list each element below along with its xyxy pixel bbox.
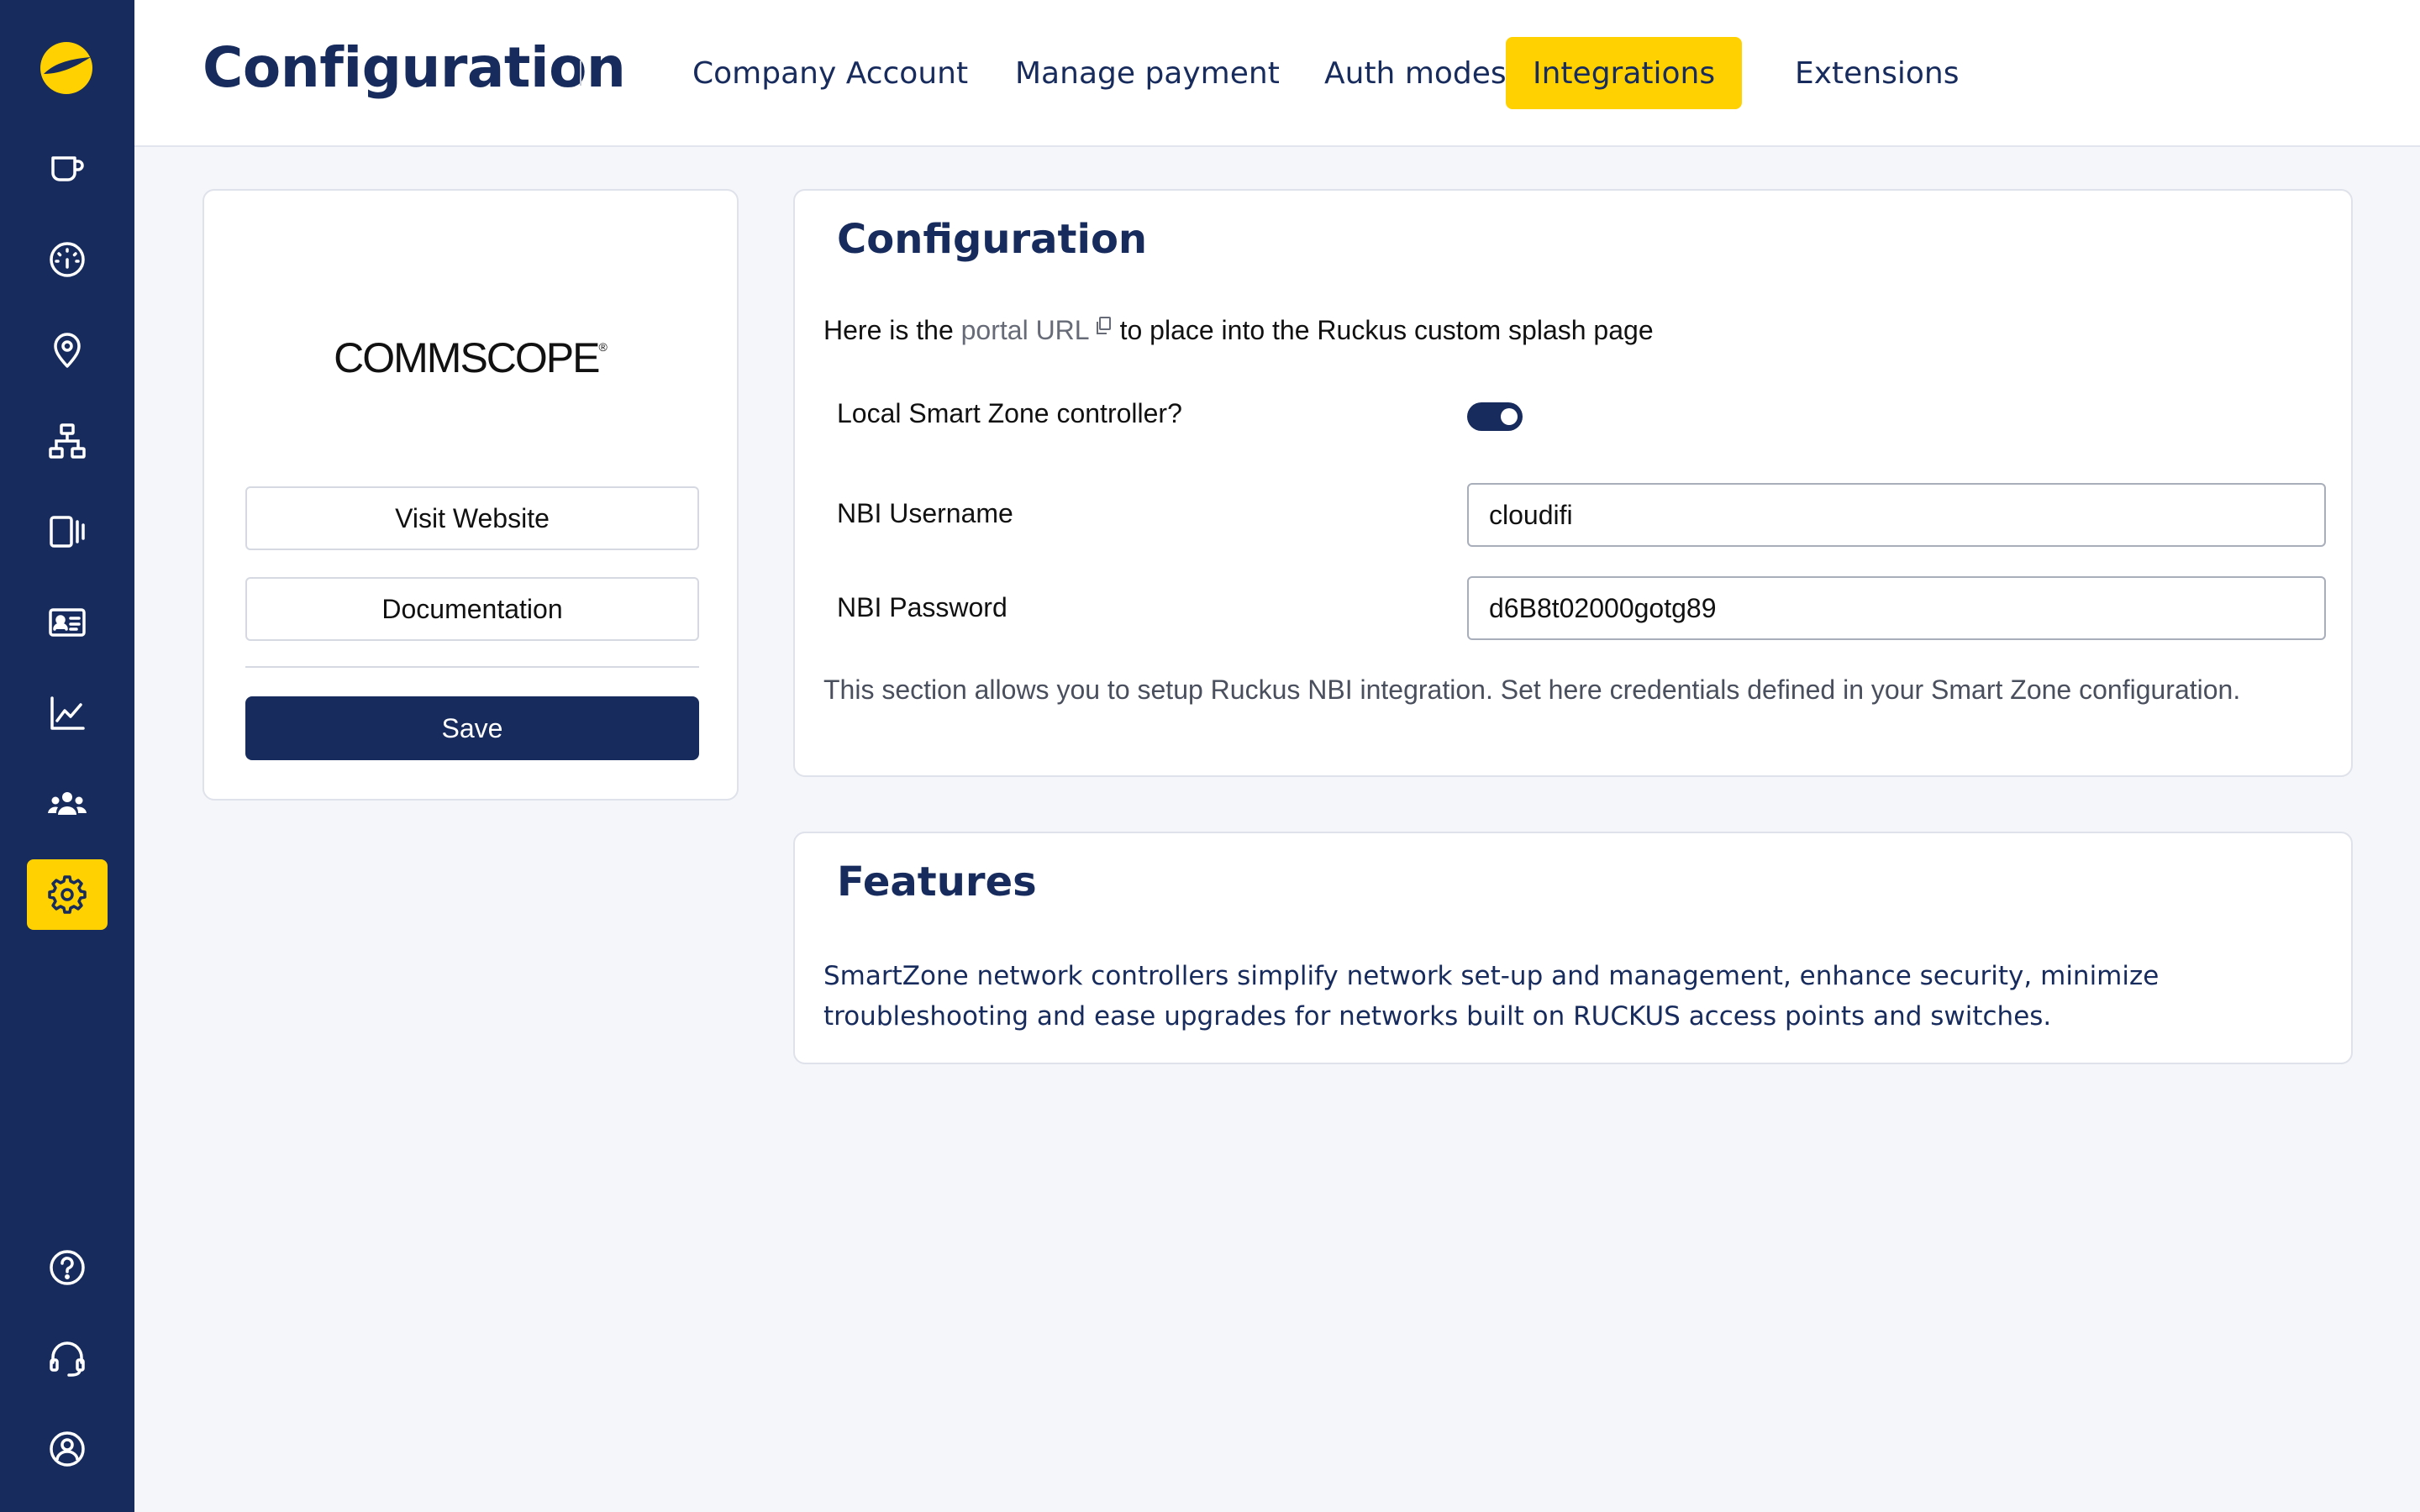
local-controller-toggle[interactable] xyxy=(1467,402,1523,431)
features-title: Features xyxy=(837,858,1037,906)
tab-extensions[interactable]: Extensions xyxy=(1768,37,1986,109)
users-icon xyxy=(48,792,87,815)
copy-icon[interactable] xyxy=(1095,317,1112,335)
portal-url-line: Here is the portal URL to place into the … xyxy=(823,315,1654,346)
id-card-icon xyxy=(49,608,86,637)
devices-icon xyxy=(50,516,85,548)
configuration-card: Configuration Here is the portal URL to p… xyxy=(793,189,2353,777)
commscope-logo: COMMSCOPE® xyxy=(204,333,737,382)
local-controller-label: Local Smart Zone controller? xyxy=(837,398,1182,428)
sidebar-item-locations[interactable] xyxy=(25,314,109,386)
toggle-knob xyxy=(1501,408,1518,425)
tab-auth-modes[interactable]: Auth modes xyxy=(1297,37,1534,109)
location-icon xyxy=(54,333,81,368)
sidebar xyxy=(0,0,134,1512)
sidebar-item-settings[interactable] xyxy=(27,859,108,930)
visit-website-button[interactable]: Visit Website xyxy=(245,486,699,550)
logo-registered-mark: ® xyxy=(598,340,608,354)
sidebar-item-cup[interactable] xyxy=(25,133,109,205)
sidebar-item-users[interactable] xyxy=(25,768,109,840)
features-card: Features SmartZone network controllers s… xyxy=(793,832,2353,1064)
dashboard-icon xyxy=(50,242,85,277)
headset-icon xyxy=(50,1341,85,1377)
sidebar-item-support[interactable] xyxy=(25,1322,109,1394)
nbi-username-input[interactable]: cloudifi xyxy=(1467,483,2326,547)
cup-icon xyxy=(51,156,84,181)
page-title: Configuration xyxy=(203,35,626,100)
title-separator xyxy=(580,60,581,86)
sidebar-item-dashboard[interactable] xyxy=(25,223,109,296)
card-divider xyxy=(245,666,699,668)
sidebar-item-network[interactable] xyxy=(25,405,109,477)
tab-integrations[interactable]: Integrations xyxy=(1506,37,1743,109)
documentation-button[interactable]: Documentation xyxy=(245,577,699,641)
tab-company-account[interactable]: Company Account xyxy=(666,37,995,109)
sidebar-item-analytics[interactable] xyxy=(25,677,109,749)
top-header: Configuration Company Account Manage pay… xyxy=(134,0,2420,147)
documentation-label: Documentation xyxy=(381,593,563,624)
portal-suffix: to place into the Ruckus custom splash p… xyxy=(1119,315,1654,345)
sidebar-item-id-card[interactable] xyxy=(25,586,109,659)
configuration-title: Configuration xyxy=(837,216,1148,263)
logo-text: COMMSCOPE xyxy=(334,334,600,381)
portal-prefix: Here is the xyxy=(823,315,961,345)
sidebar-item-devices[interactable] xyxy=(25,496,109,568)
nbi-username-label: NBI Username xyxy=(837,498,1013,528)
features-text: SmartZone network controllers simplify n… xyxy=(823,961,2160,1032)
network-icon xyxy=(49,423,86,459)
gear-icon xyxy=(48,875,87,914)
save-button[interactable]: Save xyxy=(245,696,699,760)
user-icon xyxy=(50,1431,85,1467)
visit-website-label: Visit Website xyxy=(395,502,550,533)
nbi-password-label: NBI Password xyxy=(837,592,1007,622)
sidebar-item-profile[interactable] xyxy=(25,1413,109,1485)
nbi-password-input[interactable]: d6B8t02000gotg89 xyxy=(1467,576,2326,640)
integration-card: COMMSCOPE® Visit Website Documentation S… xyxy=(203,189,739,801)
portal-url-link[interactable]: portal URL xyxy=(961,315,1090,345)
tab-manage-payment[interactable]: Manage payment xyxy=(988,37,1307,109)
chart-icon xyxy=(50,696,85,730)
sidebar-item-help[interactable] xyxy=(25,1231,109,1304)
configuration-help-text: This section allows you to setup Ruckus … xyxy=(823,675,2241,705)
help-icon xyxy=(50,1250,85,1285)
app-logo-icon[interactable] xyxy=(39,40,94,96)
